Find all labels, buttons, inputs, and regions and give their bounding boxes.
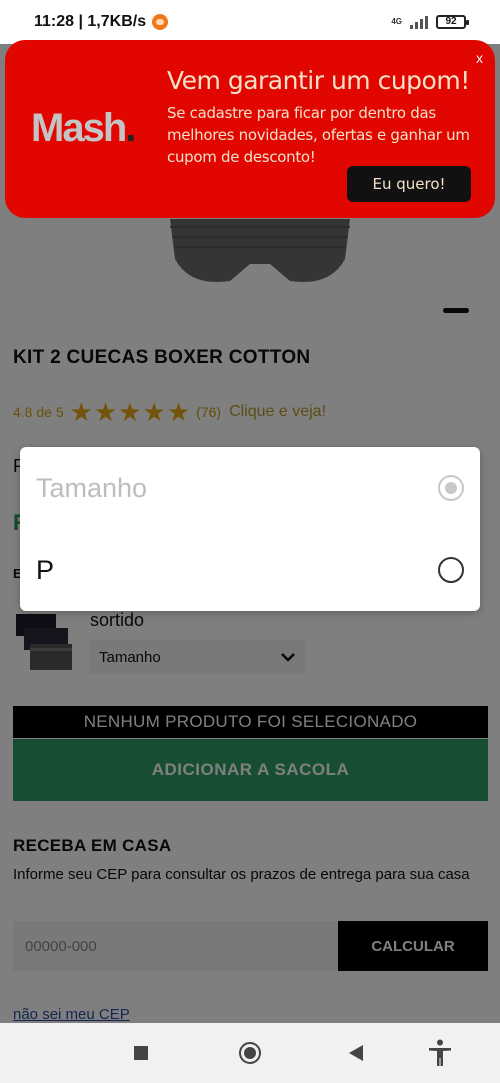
radio-icon[interactable]	[438, 557, 464, 583]
recent-apps-icon[interactable]	[134, 1046, 148, 1060]
close-icon[interactable]: x	[476, 50, 483, 66]
size-option-placeholder: Tamanho	[20, 447, 480, 529]
promo-cta-button[interactable]: Eu quero!	[347, 166, 471, 202]
status-time-speed: 11:28 | 1,7KB/s	[34, 13, 147, 30]
battery-icon: 92	[436, 15, 469, 29]
size-option-p[interactable]: P	[20, 529, 480, 611]
promo-subtext: Se cadastre para ficar por dentro das me…	[167, 104, 470, 166]
accessibility-icon[interactable]	[428, 1039, 452, 1067]
size-option-label: P	[36, 554, 55, 585]
signal-icon	[410, 15, 428, 29]
network-type-label: 4G	[391, 17, 402, 26]
back-icon[interactable]	[349, 1045, 363, 1061]
status-icons: 4G 92	[391, 15, 469, 29]
size-picker-dialog: Tamanho P	[20, 447, 480, 611]
promo-headline: Vem garantir um cupom!	[167, 66, 470, 95]
brand-logo: Mash.	[31, 106, 136, 150]
system-nav-bar	[0, 1023, 500, 1083]
size-option-label: Tamanho	[36, 472, 148, 503]
home-icon[interactable]	[239, 1042, 261, 1064]
radio-selected-icon	[438, 475, 464, 501]
status-bar: 11:28 | 1,7KB/s 4G 92	[0, 0, 500, 44]
promo-banner: Mash. x Vem garantir um cupom! Se cadast…	[5, 40, 495, 218]
notification-app-icon	[152, 14, 169, 30]
